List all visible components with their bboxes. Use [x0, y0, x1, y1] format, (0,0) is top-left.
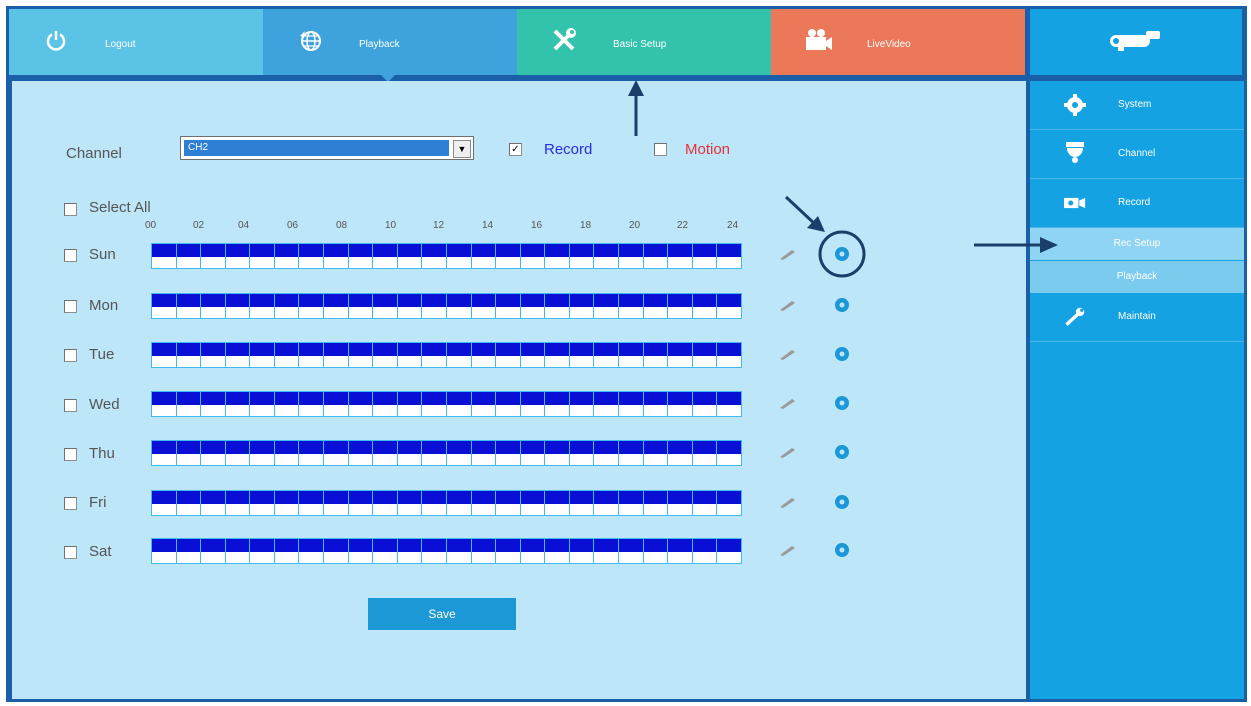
- pencil-icon[interactable]: [778, 543, 798, 557]
- day-checkbox[interactable]: [64, 497, 77, 510]
- day-checkbox[interactable]: [64, 300, 77, 313]
- schedule-bar[interactable]: [151, 490, 742, 516]
- pencil-icon[interactable]: [778, 445, 798, 459]
- tab-label: LiveVideo: [867, 39, 911, 50]
- day-checkbox[interactable]: [64, 448, 77, 461]
- pencil-icon[interactable]: [778, 298, 798, 312]
- pencil-icon[interactable]: [778, 347, 798, 361]
- sidebar-item-channel[interactable]: Channel: [1030, 130, 1244, 179]
- record-setup-panel: Channel CH2 ▼ ✓ Record Motion Select All…: [12, 81, 1026, 699]
- day-checkbox[interactable]: [64, 249, 77, 262]
- copy-settings-icon[interactable]: [834, 246, 850, 262]
- camera-icon: [801, 23, 835, 57]
- hour-label: 08: [336, 220, 348, 231]
- record-label: Record: [544, 141, 593, 158]
- tab-basic-setup[interactable]: Basic Setup: [517, 9, 771, 75]
- day-label: Tue: [89, 346, 115, 363]
- sidebar: System Channel Record Rec Setup Playback…: [1030, 81, 1244, 699]
- sidebar-subitem-playback[interactable]: Playback: [1030, 261, 1244, 293]
- pencil-icon[interactable]: [778, 396, 798, 410]
- pencil-icon[interactable]: [778, 247, 798, 261]
- day-label: Sun: [89, 246, 116, 263]
- record-checkbox[interactable]: ✓: [509, 143, 522, 156]
- sidebar-item-record[interactable]: Record: [1030, 179, 1244, 228]
- hour-label: 16: [531, 220, 543, 231]
- tab-playback[interactable]: Playback: [263, 9, 517, 82]
- top-tab-bar: Logout Playback Basic Setup LiveVideo: [9, 9, 1026, 82]
- tab-label: Playback: [359, 39, 400, 50]
- tools-icon: [547, 23, 581, 57]
- hour-label: 02: [193, 220, 205, 231]
- wrench-icon: [1064, 306, 1086, 328]
- schedule-bar[interactable]: [151, 342, 742, 368]
- schedule-bar[interactable]: [151, 538, 742, 564]
- tab-livevideo[interactable]: LiveVideo: [771, 9, 1025, 75]
- schedule-bar[interactable]: [151, 440, 742, 466]
- day-checkbox[interactable]: [64, 349, 77, 362]
- hour-label: 14: [482, 220, 494, 231]
- select-all-checkbox[interactable]: [64, 203, 77, 216]
- copy-settings-icon[interactable]: [834, 346, 850, 362]
- motion-checkbox[interactable]: [654, 143, 667, 156]
- hour-label: 24: [727, 220, 739, 231]
- schedule-bar[interactable]: [151, 293, 742, 319]
- hour-label: 18: [580, 220, 592, 231]
- hour-label: 00: [145, 220, 157, 231]
- day-checkbox[interactable]: [64, 399, 77, 412]
- day-checkbox[interactable]: [64, 546, 77, 559]
- brand-logo: [1030, 9, 1242, 75]
- sidebar-subitem-rec-setup[interactable]: Rec Setup: [1030, 228, 1244, 260]
- day-label: Mon: [89, 297, 119, 314]
- power-icon: [39, 23, 73, 57]
- channel-select[interactable]: CH2 ▼: [180, 136, 474, 160]
- sidebar-item-label: Record: [1118, 197, 1151, 208]
- tab-logout[interactable]: Logout: [9, 9, 263, 75]
- copy-settings-icon[interactable]: [834, 395, 850, 411]
- copy-settings-icon[interactable]: [834, 494, 850, 510]
- chevron-down-icon[interactable]: ▼: [453, 140, 471, 158]
- hour-label: 04: [238, 220, 250, 231]
- day-label: Wed: [89, 396, 120, 413]
- sidebar-item-system[interactable]: System: [1030, 81, 1244, 130]
- copy-settings-icon[interactable]: [834, 542, 850, 558]
- copy-settings-icon[interactable]: [834, 297, 850, 313]
- channel-label: Channel: [66, 145, 122, 162]
- copy-settings-icon[interactable]: [834, 444, 850, 460]
- schedule-bar[interactable]: [151, 243, 742, 269]
- save-button[interactable]: Save: [368, 598, 516, 630]
- dome-camera-icon: [1064, 142, 1086, 165]
- camera-logo-icon: [1106, 25, 1166, 60]
- globe-icon: [293, 23, 327, 57]
- hour-label: 22: [677, 220, 689, 231]
- schedule-bar[interactable]: [151, 391, 742, 417]
- hour-label: 12: [433, 220, 445, 231]
- tab-label: Logout: [105, 39, 136, 50]
- hour-label: 20: [629, 220, 641, 231]
- gear-icon: [1064, 94, 1086, 116]
- day-label: Fri: [89, 494, 107, 511]
- motion-label: Motion: [685, 141, 731, 158]
- hour-label: 06: [287, 220, 299, 231]
- sidebar-item-label: Channel: [1118, 148, 1156, 159]
- day-label: Sat: [89, 543, 112, 560]
- sidebar-item-maintain[interactable]: Maintain: [1030, 293, 1244, 342]
- pencil-icon[interactable]: [778, 495, 798, 509]
- tab-label: Basic Setup: [613, 39, 667, 50]
- record-icon: [1064, 192, 1086, 214]
- hour-label: 10: [385, 220, 397, 231]
- sidebar-item-label: Maintain: [1118, 311, 1156, 322]
- channel-select-value: CH2: [184, 140, 449, 156]
- day-label: Thu: [89, 445, 115, 462]
- sidebar-item-label: System: [1118, 99, 1152, 110]
- select-all-label: Select All: [89, 199, 151, 216]
